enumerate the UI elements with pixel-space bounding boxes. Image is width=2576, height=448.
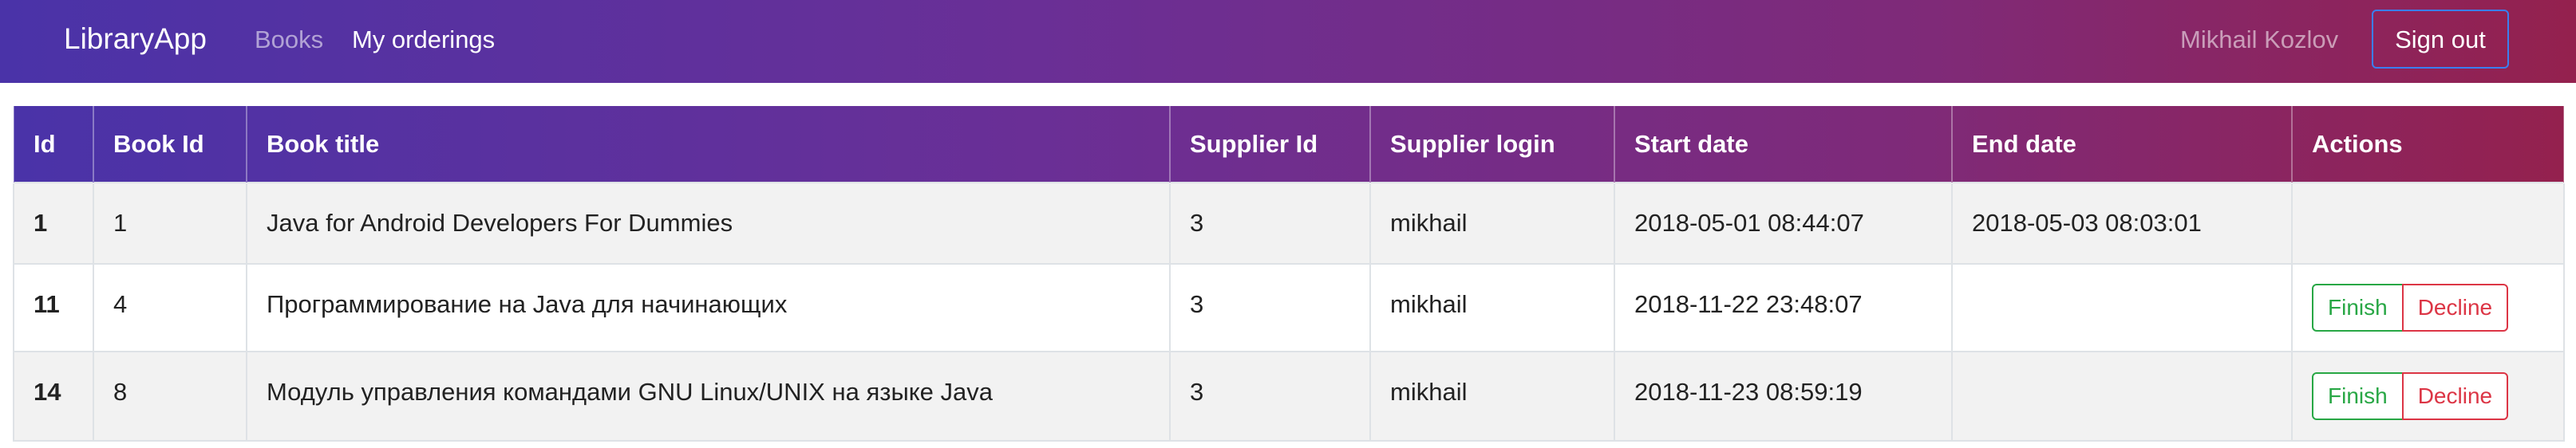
orderings-table-container: Id Book Id Book title Supplier Id Suppli… (13, 106, 2565, 442)
table-row: 1 1 Java for Android Developers For Dumm… (13, 182, 2565, 265)
column-header-start-date[interactable]: Start date (1614, 106, 1953, 183)
action-button-group: Finish Decline (2312, 372, 2509, 420)
column-header-supplier-id[interactable]: Supplier Id (1169, 106, 1371, 183)
finish-button[interactable]: Finish (2312, 372, 2404, 420)
cell-supplier-id: 3 (1169, 351, 1371, 442)
decline-button[interactable]: Decline (2401, 372, 2509, 420)
nav-link-my-orderings[interactable]: My orderings (352, 24, 495, 56)
cell-end-date (1951, 351, 2293, 442)
finish-button[interactable]: Finish (2312, 284, 2404, 332)
sign-out-button[interactable]: Sign out (2372, 10, 2509, 69)
user-name[interactable]: Mikhail Kozlov (2180, 24, 2338, 56)
cell-supplier-login: mikhail (1369, 182, 1615, 265)
cell-book-title: Программирование на Java для начинающих (246, 263, 1171, 352)
cell-supplier-id: 3 (1169, 263, 1371, 352)
cell-book-id: 8 (93, 351, 247, 442)
cell-book-id: 1 (93, 182, 247, 265)
cell-end-date: 2018-05-03 08:03:01 (1951, 182, 2293, 265)
decline-button[interactable]: Decline (2401, 284, 2509, 332)
cell-start-date: 2018-11-22 23:48:07 (1614, 263, 1953, 352)
cell-supplier-login: mikhail (1369, 263, 1615, 352)
cell-start-date: 2018-05-01 08:44:07 (1614, 182, 1953, 265)
orderings-table: Id Book Id Book title Supplier Id Suppli… (13, 106, 2565, 442)
table-row: 11 4 Программирование на Java для начина… (13, 263, 2565, 352)
navbar: LibraryApp Books My orderings Mikhail Ko… (0, 0, 2576, 83)
cell-start-date: 2018-11-23 08:59:19 (1614, 351, 1953, 442)
cell-supplier-id: 3 (1169, 182, 1371, 265)
column-header-book-id[interactable]: Book Id (93, 106, 247, 183)
column-header-end-date[interactable]: End date (1951, 106, 2293, 183)
column-header-id[interactable]: Id (13, 106, 94, 183)
cell-id: 11 (13, 263, 94, 352)
cell-book-title: Модуль управления командами GNU Linux/UN… (246, 351, 1171, 442)
cell-actions (2291, 182, 2565, 265)
column-header-actions: Actions (2291, 106, 2565, 183)
table-header-row: Id Book Id Book title Supplier Id Suppli… (13, 106, 2565, 183)
cell-end-date (1951, 263, 2293, 352)
brand-logo[interactable]: LibraryApp (64, 21, 207, 57)
cell-id: 14 (13, 351, 94, 442)
cell-supplier-login: mikhail (1369, 351, 1615, 442)
column-header-book-title[interactable]: Book title (246, 106, 1171, 183)
table-row: 14 8 Модуль управления командами GNU Lin… (13, 351, 2565, 442)
cell-book-id: 4 (93, 263, 247, 352)
cell-id: 1 (13, 182, 94, 265)
action-button-group: Finish Decline (2312, 284, 2509, 332)
column-header-supplier-login[interactable]: Supplier login (1369, 106, 1615, 183)
cell-actions: Finish Decline (2291, 263, 2565, 352)
cell-book-title: Java for Android Developers For Dummies (246, 182, 1171, 265)
cell-actions: Finish Decline (2291, 351, 2565, 442)
nav-link-books[interactable]: Books (255, 24, 323, 56)
